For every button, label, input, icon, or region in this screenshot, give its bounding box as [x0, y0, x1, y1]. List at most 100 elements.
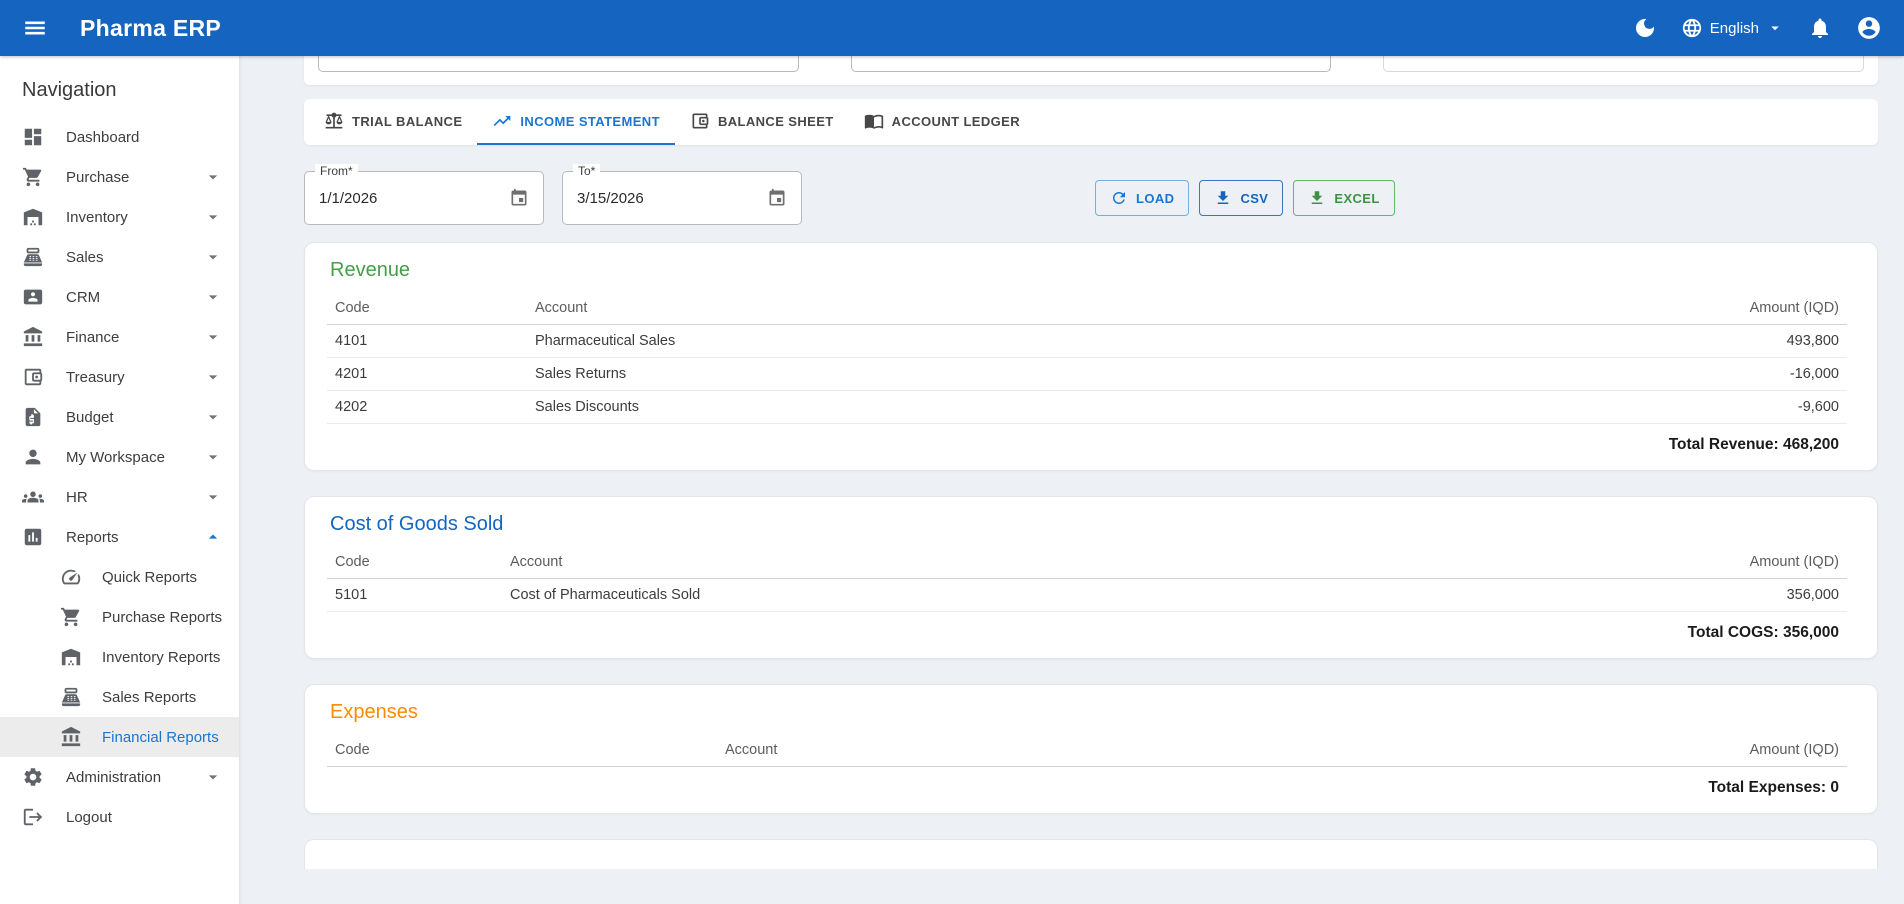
- sidebar-item-administration[interactable]: Administration: [0, 757, 239, 797]
- button-label: EXCEL: [1334, 191, 1379, 206]
- sidebar-item-label: HR: [66, 489, 88, 506]
- section-total: Total Revenue: 468,200: [327, 424, 1847, 456]
- section-total: Total COGS: 356,000: [327, 612, 1847, 644]
- sidebar-item-label: Dashboard: [66, 129, 139, 146]
- section-title: Revenue: [330, 259, 1847, 282]
- section-title: Cost of Goods Sold: [330, 513, 1847, 536]
- sidebar-item-finance[interactable]: Finance: [0, 317, 239, 357]
- sidebar-item-my-workspace[interactable]: My Workspace: [0, 437, 239, 477]
- sidebar-item-label: Inventory: [66, 209, 128, 226]
- csv-button[interactable]: CSV: [1199, 180, 1283, 216]
- to-date-value: 3/15/2026: [577, 190, 644, 207]
- sidebar-item-sales-reports[interactable]: Sales Reports: [0, 677, 239, 717]
- point-of-sale-icon: [22, 246, 44, 268]
- sidebar-item-financial-reports[interactable]: Financial Reports: [0, 717, 239, 757]
- hamburger-menu-icon[interactable]: [18, 11, 52, 45]
- tab-label: BALANCE SHEET: [718, 114, 834, 129]
- to-date-label: To*: [573, 164, 600, 178]
- button-label: CSV: [1240, 191, 1268, 206]
- accounts-table: CodeAccountAmount (IQD)5101Cost of Pharm…: [327, 546, 1847, 612]
- amount-cell: 493,800: [1315, 325, 1847, 358]
- sidebar-item-budget[interactable]: Budget: [0, 397, 239, 437]
- dark-mode-moon-icon[interactable]: [1633, 16, 1657, 40]
- from-date-label: From*: [315, 164, 358, 178]
- tab-trial-balance[interactable]: TRIAL BALANCE: [309, 99, 477, 145]
- sidebar-item-sales[interactable]: Sales: [0, 237, 239, 277]
- globe-icon: [1681, 17, 1703, 39]
- sidebar-item-inventory[interactable]: Inventory: [0, 197, 239, 237]
- chevron-down-icon: [203, 327, 223, 347]
- code-cell: 4201: [327, 358, 527, 391]
- sidebar-item-label: Administration: [66, 769, 161, 786]
- sidebar-item-inventory-reports[interactable]: Inventory Reports: [0, 637, 239, 677]
- chevron-up-icon: [203, 527, 223, 547]
- tab-income-statement[interactable]: INCOME STATEMENT: [477, 99, 675, 145]
- sidebar-item-treasury[interactable]: Treasury: [0, 357, 239, 397]
- calendar-icon[interactable]: [509, 188, 529, 208]
- sidebar-item-label: Budget: [66, 409, 114, 426]
- sidebar-item-quick-reports[interactable]: Quick Reports: [0, 557, 239, 597]
- point-of-sale-icon: [60, 686, 82, 708]
- account-circle-icon[interactable]: [1856, 15, 1882, 41]
- chevron-down-icon: [203, 487, 223, 507]
- column-header: Amount (IQD): [1162, 734, 1847, 767]
- table-row: 4101Pharmaceutical Sales493,800: [327, 325, 1847, 358]
- logout-icon: [22, 806, 44, 828]
- account-cell: Sales Returns: [527, 358, 1315, 391]
- excel-button[interactable]: EXCEL: [1293, 180, 1394, 216]
- language-selector[interactable]: English: [1681, 17, 1784, 39]
- refresh-icon: [1110, 189, 1128, 207]
- notifications-bell-icon[interactable]: [1808, 16, 1832, 40]
- section-revenue: RevenueCodeAccountAmount (IQD)4101Pharma…: [304, 242, 1878, 471]
- app-title: Pharma ERP: [80, 15, 221, 42]
- sidebar-item-label: Inventory Reports: [102, 649, 220, 666]
- account-cell: Sales Discounts: [527, 391, 1315, 424]
- column-header: Code: [327, 734, 717, 767]
- gear-icon: [22, 766, 44, 788]
- sidebar-item-dashboard[interactable]: Dashboard: [0, 117, 239, 157]
- sidebar-nav: Dashboard Purchase Inventory Sales CRM Financ…: [0, 117, 239, 837]
- account-cell: Cost of Pharmaceuticals Sold: [502, 579, 1392, 612]
- sidebar-item-reports[interactable]: Reports: [0, 517, 239, 557]
- sidebar: Navigation DashboardPurchaseInventorySal…: [0, 56, 240, 904]
- code-cell: 5101: [327, 579, 502, 612]
- sidebar-item-label: Reports: [66, 529, 119, 546]
- caret-down-icon: [1766, 19, 1784, 37]
- from-date-field[interactable]: From* 1/1/2026: [304, 171, 544, 225]
- tab-account-ledger[interactable]: ACCOUNT LEDGER: [849, 99, 1035, 145]
- sidebar-item-label: Purchase: [66, 169, 129, 186]
- to-date-field[interactable]: To* 3/15/2026: [562, 171, 802, 225]
- table-row: 4201Sales Returns-16,000: [327, 358, 1847, 391]
- person-icon: [22, 446, 44, 468]
- table-row: 4202Sales Discounts-9,600: [327, 391, 1847, 424]
- sidebar-item-label: CRM: [66, 289, 100, 306]
- wallet-icon: [690, 111, 710, 131]
- contacts-icon: [22, 286, 44, 308]
- report-controls: From* 1/1/2026 To* 3/15/2026 LOAD CSV: [304, 171, 1878, 225]
- download-icon: [1308, 189, 1326, 207]
- sidebar-item-label: Logout: [66, 809, 112, 826]
- column-header: Amount (IQD): [1392, 546, 1847, 579]
- bank-icon: [60, 726, 82, 748]
- trending-up-icon: [492, 111, 512, 131]
- chevron-down-icon: [203, 447, 223, 467]
- tab-label: TRIAL BALANCE: [352, 114, 462, 129]
- tab-balance-sheet[interactable]: BALANCE SHEET: [675, 99, 849, 145]
- sidebar-item-label: Sales Reports: [102, 689, 196, 706]
- sidebar-item-purchase[interactable]: Purchase: [0, 157, 239, 197]
- sidebar-item-purchase-reports[interactable]: Purchase Reports: [0, 597, 239, 637]
- wallet-icon: [22, 366, 44, 388]
- code-cell: 4101: [327, 325, 527, 358]
- sidebar-item-label: Purchase Reports: [102, 609, 222, 626]
- sidebar-item-logout[interactable]: Logout: [0, 797, 239, 837]
- sidebar-item-hr[interactable]: HR: [0, 477, 239, 517]
- main-content: Branch Filter BR-01 Fiscal Year Select F…: [240, 0, 1904, 869]
- shopping-cart-icon: [60, 606, 82, 628]
- column-header: Code: [327, 292, 527, 325]
- load-button[interactable]: LOAD: [1095, 180, 1189, 216]
- shopping-cart-icon: [22, 166, 44, 188]
- language-label: English: [1710, 20, 1759, 37]
- sidebar-item-crm[interactable]: CRM: [0, 277, 239, 317]
- sidebar-item-label: Finance: [66, 329, 119, 346]
- calendar-icon[interactable]: [767, 188, 787, 208]
